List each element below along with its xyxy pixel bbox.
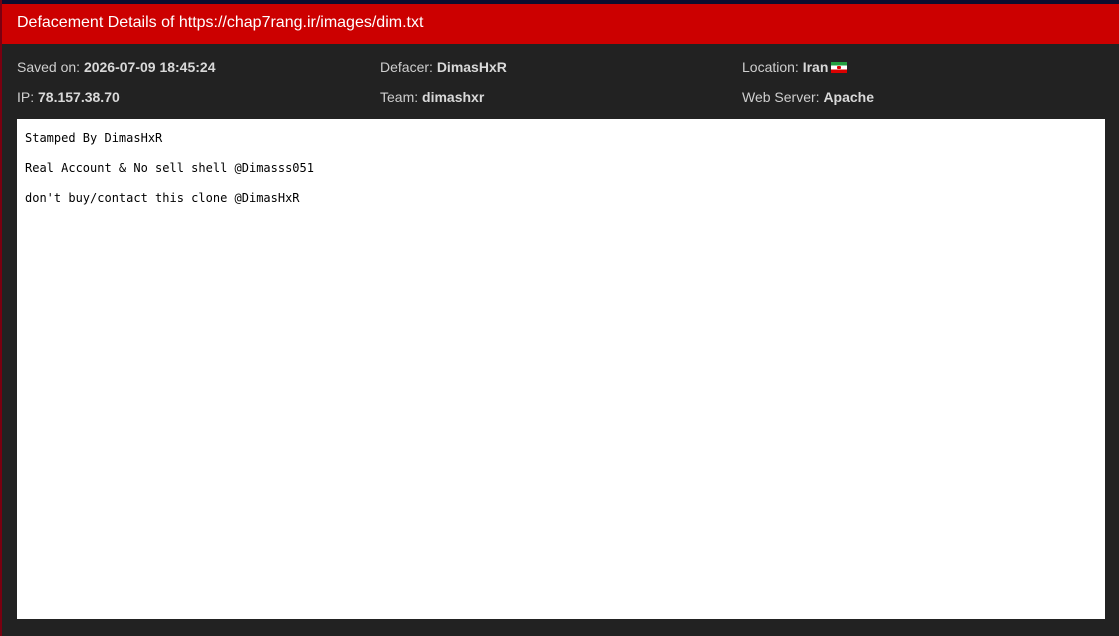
panel-title-bar: Defacement Details of https://chap7rang.… <box>2 4 1119 44</box>
saved-on-field: Saved on: 2026-07-09 18:45:24 <box>17 59 215 75</box>
team-label: Team: <box>380 89 423 105</box>
ip-field: IP: 78.157.38.70 <box>17 89 120 105</box>
ip-value: 78.157.38.70 <box>38 89 120 105</box>
team-field: Team: dimashxr <box>380 89 484 105</box>
web-server-value: Apache <box>823 89 875 105</box>
content-line: don't buy/contact this clone @DimasHxR <box>25 191 300 205</box>
content-line: Real Account & No sell shell @Dimasss051 <box>25 161 314 175</box>
defacer-value: DimasHxR <box>436 59 507 75</box>
defacement-details-panel: Defacement Details of https://chap7rang.… <box>2 4 1119 636</box>
location-value: Iran <box>802 59 829 75</box>
meta-info-section: Saved on: 2026-07-09 18:45:24 Defacer: D… <box>2 44 1119 119</box>
defacer-label: Defacer: <box>380 59 437 75</box>
defacer-field: Defacer: DimasHxR <box>380 59 507 75</box>
page-background: Defacement Details of https://chap7rang.… <box>0 0 1119 636</box>
panel-title: Defacement Details of https://chap7rang.… <box>17 14 424 31</box>
content-line: Stamped By DimasHxR <box>25 131 163 145</box>
mirror-content-frame[interactable]: Stamped By DimasHxR Real Account & No se… <box>17 119 1105 619</box>
ip-label: IP: <box>17 89 39 105</box>
saved-on-label: Saved on: <box>17 59 84 75</box>
location-field: Location: Iran <box>742 59 848 75</box>
team-value: dimashxr <box>422 89 485 105</box>
iran-flag-icon <box>831 62 848 73</box>
web-server-label: Web Server: <box>742 89 824 105</box>
saved-on-value: 2026-07-09 18:45:24 <box>83 59 216 75</box>
web-server-field: Web Server: Apache <box>742 89 874 105</box>
location-label: Location: <box>742 59 803 75</box>
